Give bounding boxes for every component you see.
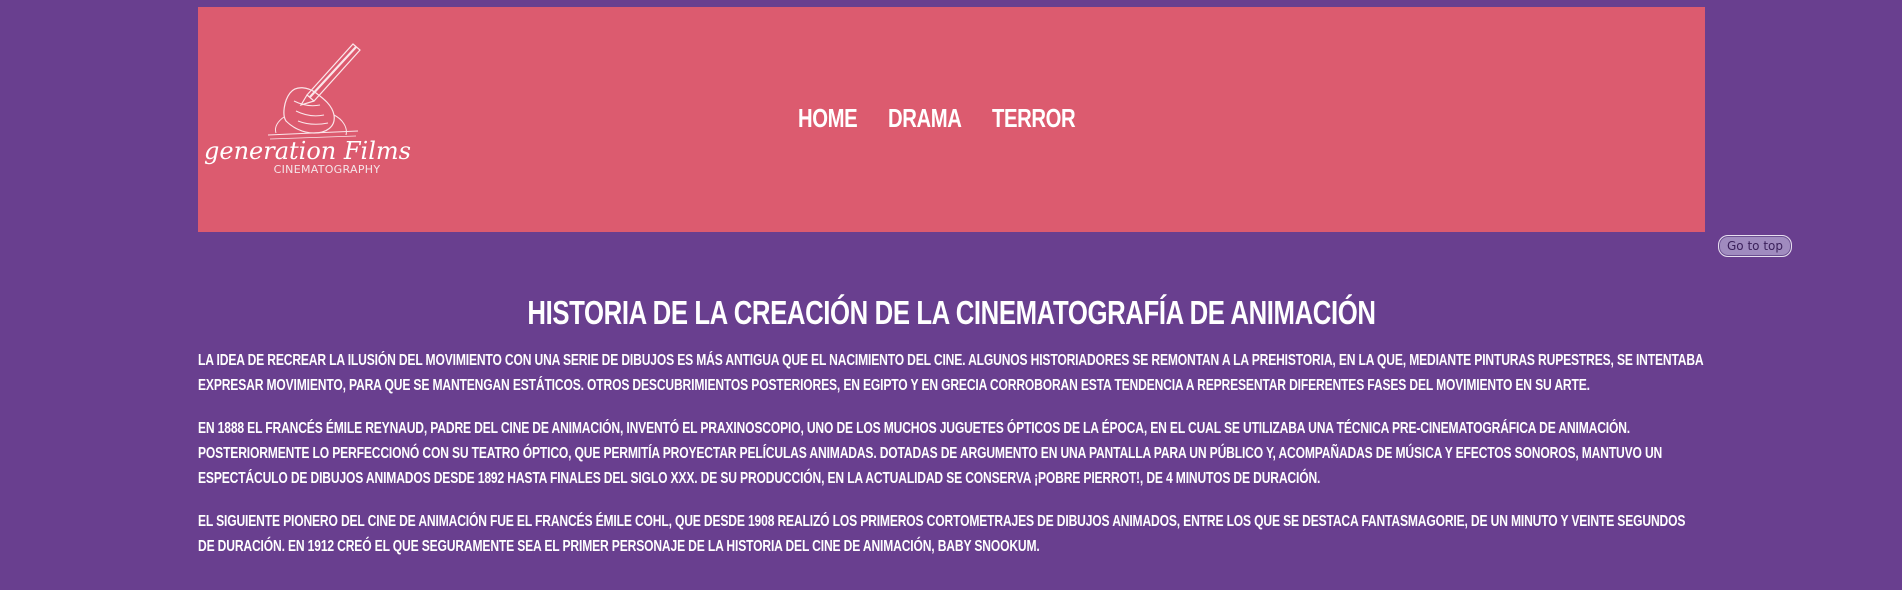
page-title: Historia de la creación de la cinematogr… <box>527 294 1376 332</box>
main-nav: Home Drama Terror <box>798 103 1076 134</box>
logo-script-text: generation Films <box>204 137 411 165</box>
logo-subtitle: CINEMATOGRAPHY <box>273 163 381 176</box>
site-header: generation Films CINEMATOGRAPHY Home Dra… <box>198 7 1705 232</box>
nav-terror[interactable]: Terror <box>992 103 1076 134</box>
paragraph-2: En 1888 el francés Émile Reynaud, padre … <box>198 420 1663 487</box>
article-body: La idea de recrear la ilusión del movimi… <box>198 348 1705 577</box>
nav-home[interactable]: Home <box>798 103 858 134</box>
go-to-top-button[interactable]: Go to top <box>1718 235 1792 257</box>
nav-drama[interactable]: Drama <box>888 103 962 134</box>
paragraph-1: La idea de recrear la ilusión del movimi… <box>198 352 1704 394</box>
paragraph-3: El siguiente pionero del cine de animaci… <box>198 513 1686 555</box>
site-logo[interactable]: generation Films CINEMATOGRAPHY <box>198 35 428 185</box>
